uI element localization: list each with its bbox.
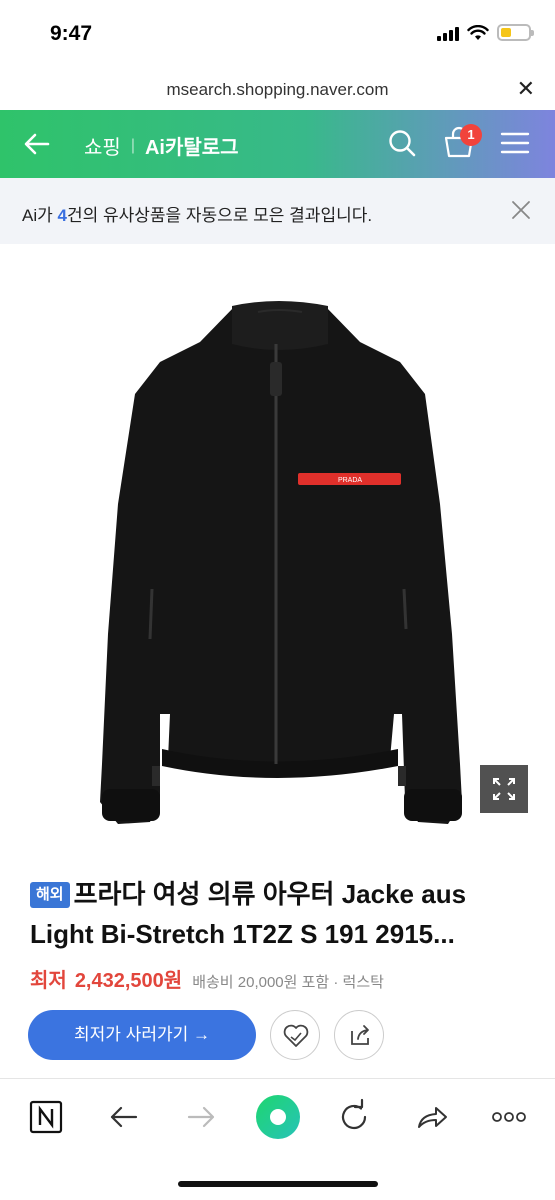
product-image[interactable]: PRADA <box>0 244 555 850</box>
lowest-price-label: 최저 <box>30 970 67 992</box>
url-text: msearch.shopping.naver.com <box>166 80 389 99</box>
back-icon[interactable] <box>104 1097 144 1137</box>
jacket-image: PRADA <box>100 301 462 824</box>
menu-icon[interactable] <box>500 130 530 156</box>
forward-icon[interactable] <box>181 1097 221 1137</box>
back-arrow-icon[interactable] <box>20 127 54 161</box>
naver-home-icon[interactable] <box>26 1097 66 1137</box>
more-options-icon[interactable] <box>489 1097 529 1137</box>
search-icon[interactable] <box>386 127 418 159</box>
header-title[interactable]: 쇼핑 | Ai카탈로그 <box>84 131 239 160</box>
overseas-badge: 해외 <box>30 882 70 908</box>
header-shopping-label[interactable]: 쇼핑 <box>84 131 121 160</box>
expand-icon[interactable] <box>480 765 528 813</box>
status-time: 9:47 <box>50 22 93 45</box>
notice-close-icon[interactable] <box>511 200 531 220</box>
product-title[interactable]: 해외 프라다 여성 의류 아우터 Jacke aus Light Bi-Stret… <box>30 874 530 954</box>
signal-icon <box>437 25 459 41</box>
price-row: 최저 2,432,500원 배송비 20,000원 포함 · 럭스탁 <box>30 964 384 993</box>
buy-lowest-price-button[interactable]: 최저가 사러가기 → <box>28 1010 256 1060</box>
header-catalog-label[interactable]: Ai카탈로그 <box>145 131 239 160</box>
shipping-info: 배송비 20,000원 포함 · 럭스탁 <box>192 974 384 991</box>
browser-toolbar <box>0 1079 555 1159</box>
lowest-price-value: 2,432,500원 <box>74 970 183 992</box>
header-separator: | <box>130 136 135 154</box>
browser-url-bar[interactable]: msearch.shopping.naver.com ✕ <box>0 70 555 110</box>
status-bar: 9:47 <box>0 0 555 70</box>
status-icons <box>437 24 534 41</box>
heart-icon <box>283 1024 309 1047</box>
share-button[interactable] <box>334 1010 384 1060</box>
cart-count-badge: 1 <box>460 124 482 146</box>
share-icon-toolbar[interactable] <box>412 1097 452 1137</box>
wifi-icon <box>467 24 489 40</box>
home-indicator <box>178 1181 378 1187</box>
refresh-icon[interactable] <box>334 1097 374 1137</box>
product-title-text: 프라다 여성 의류 아우터 Jacke aus Light Bi-Stretch… <box>30 879 467 949</box>
wishlist-button[interactable] <box>270 1010 320 1060</box>
brand-tag: PRADA <box>338 477 362 484</box>
green-dot-home-icon[interactable] <box>255 1094 301 1140</box>
battery-icon <box>497 24 534 41</box>
notice-text: Ai가 4건의 유사상품을 자동으로 모은 결과입니다. <box>22 206 373 225</box>
close-icon[interactable]: ✕ <box>517 76 535 102</box>
share-icon <box>351 1025 369 1045</box>
ai-notice-banner: Ai가 4건의 유사상품을 자동으로 모은 결과입니다. <box>0 178 555 244</box>
